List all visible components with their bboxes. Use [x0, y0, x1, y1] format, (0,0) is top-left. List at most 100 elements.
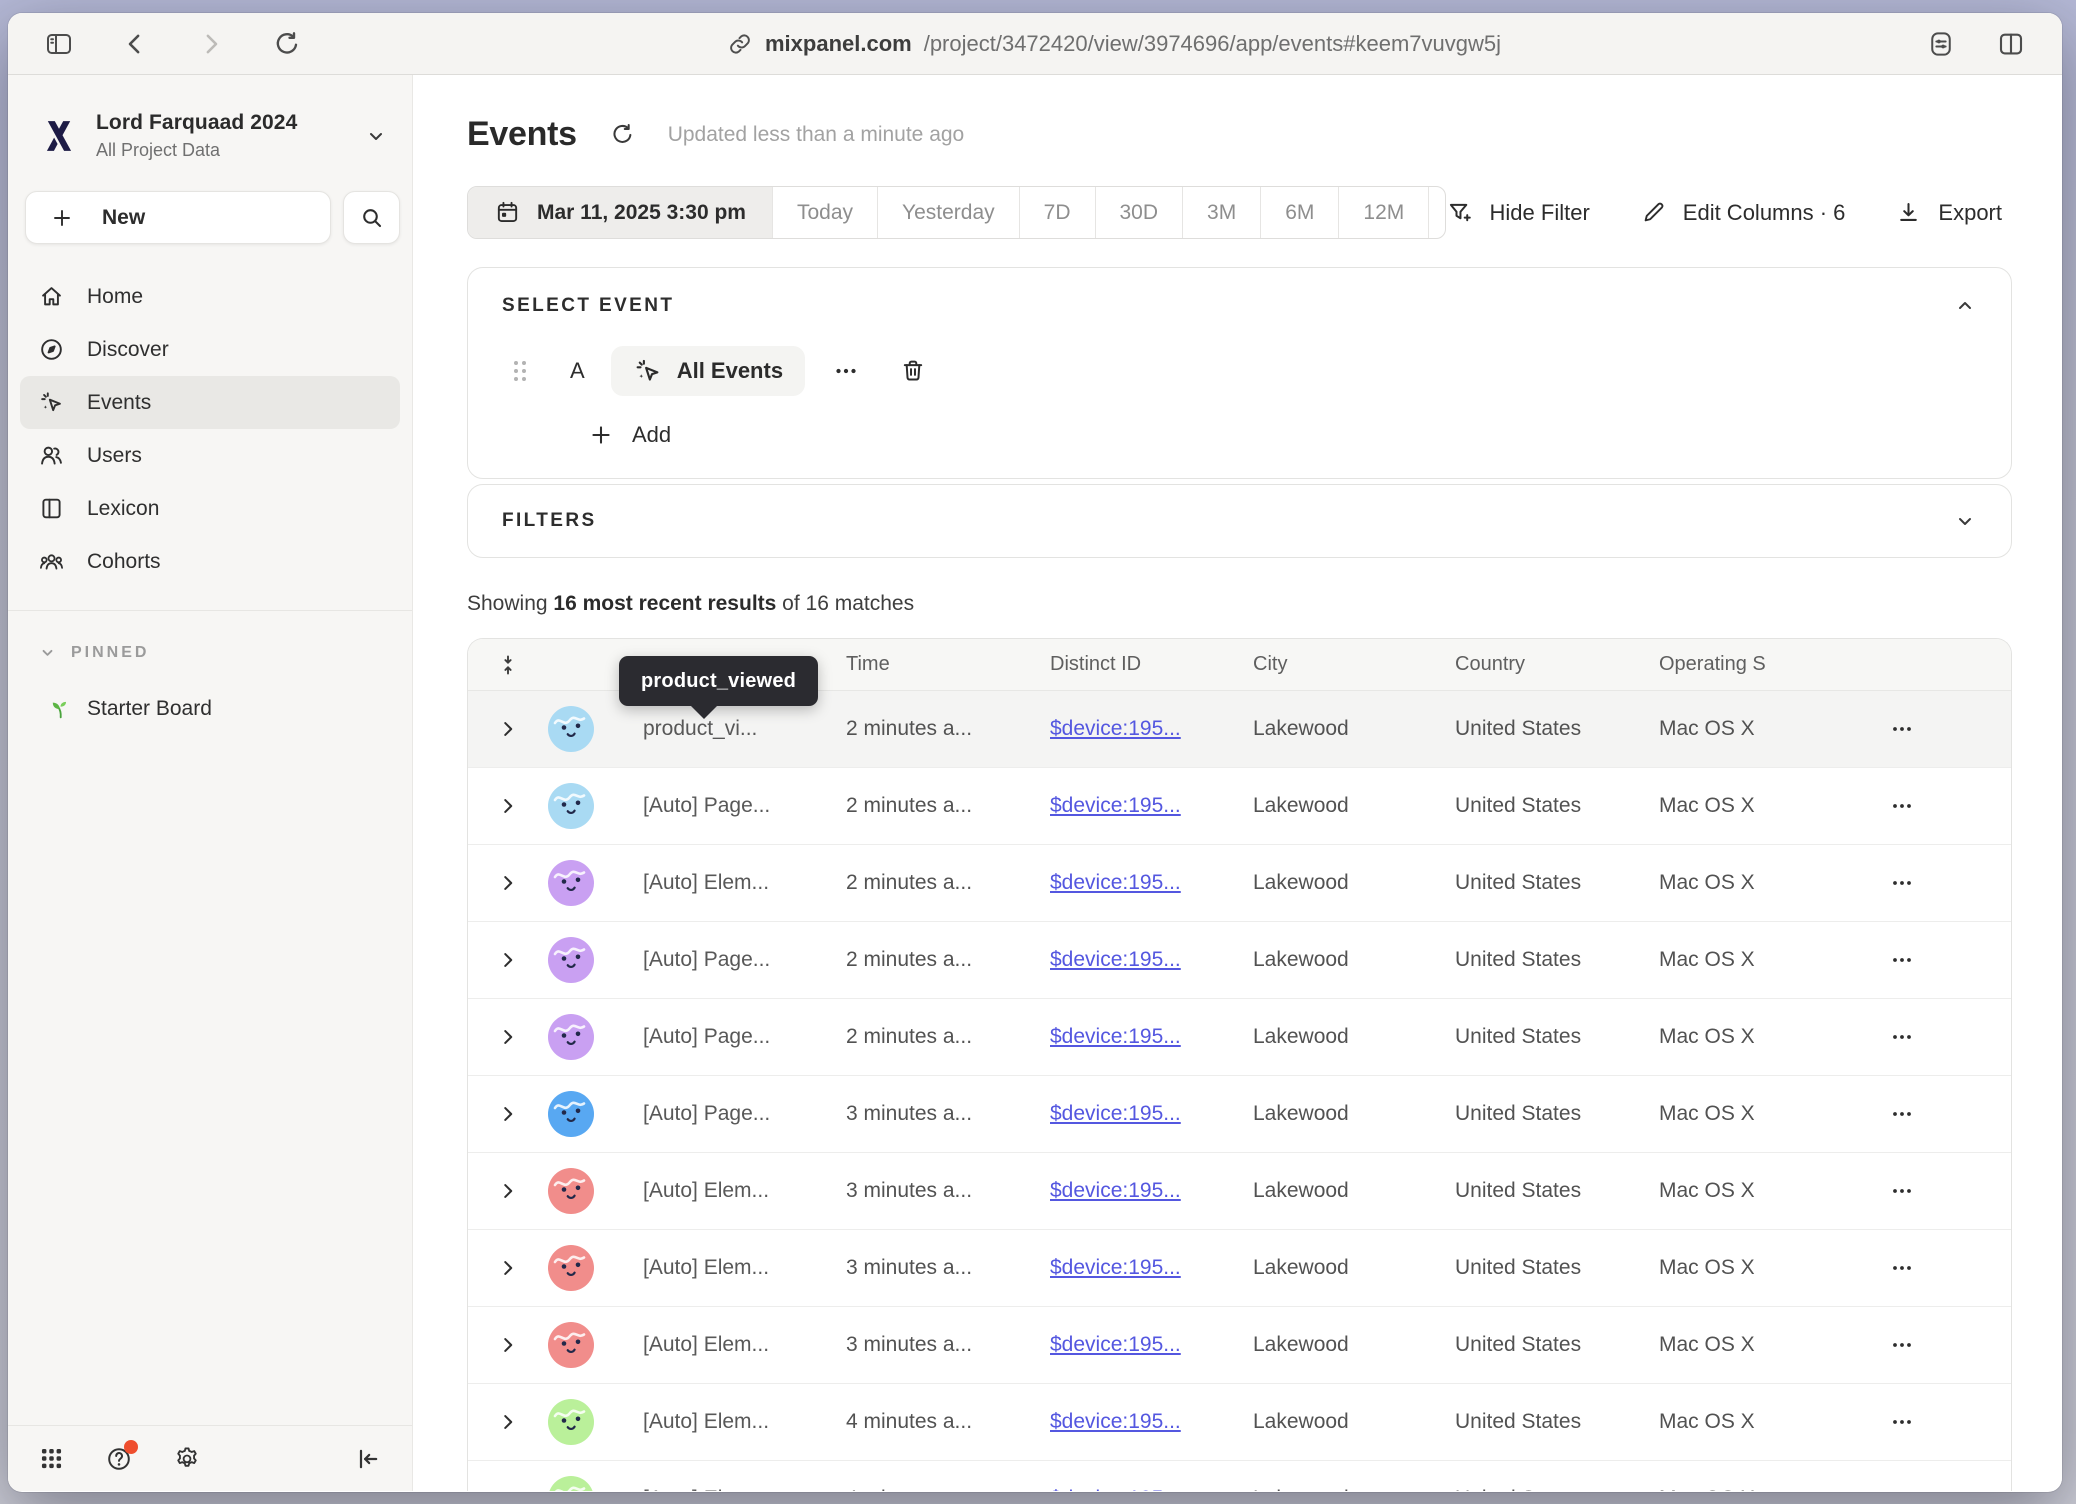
column-header-time[interactable]: Time [846, 653, 1050, 676]
ellipsis-icon [1888, 1100, 1916, 1128]
collapse-panel-button[interactable] [1953, 294, 1977, 318]
range-3m[interactable]: 3M [1182, 187, 1260, 238]
sidebar-item-lexicon[interactable]: Lexicon [20, 482, 400, 535]
split-view-button[interactable] [1996, 29, 2026, 59]
add-event-button[interactable]: Add [588, 422, 1977, 448]
help-button[interactable] [105, 1445, 133, 1473]
expand-row-button[interactable] [468, 1411, 548, 1433]
column-header-os[interactable]: Operating S [1659, 653, 1868, 676]
range-today[interactable]: Today [772, 187, 877, 238]
apps-grid-button[interactable] [38, 1445, 65, 1472]
row-actions-button[interactable] [1888, 869, 1916, 897]
sidebar-toggle-button[interactable] [44, 29, 74, 59]
distinct-id-link[interactable]: $device:195... [1050, 717, 1181, 740]
row-actions-button[interactable] [1888, 1485, 1916, 1491]
distinct-id-cell: $device:195... [1050, 1410, 1253, 1434]
distinct-id-link[interactable]: $device:195... [1050, 1102, 1181, 1125]
sidebar-item-starter-board[interactable]: Starter Board [48, 696, 412, 721]
range-yesterday[interactable]: Yesterday [877, 187, 1019, 238]
distinct-id-link[interactable]: $device:195... [1050, 948, 1181, 971]
table-row[interactable]: [Auto] Page... 2 minutes a... $device:19… [468, 768, 2011, 845]
expand-filters-button[interactable] [1953, 509, 1977, 533]
expand-row-button[interactable] [468, 1180, 548, 1202]
date-picker-button[interactable]: Mar 11, 2025 3:30 pm [468, 187, 772, 238]
sidebar-divider [8, 610, 412, 611]
table-row[interactable]: [Auto] Page... 2 minutes a... $device:19… [468, 999, 2011, 1076]
distinct-id-link[interactable]: $device:195... [1050, 794, 1181, 817]
refresh-button[interactable] [609, 121, 636, 148]
expand-row-button[interactable] [468, 949, 548, 971]
back-button[interactable] [120, 29, 150, 59]
expand-row-button[interactable] [468, 1488, 548, 1491]
range-30d[interactable]: 30D [1095, 187, 1183, 238]
table-row[interactable]: [Auto] Elem... 4 minutes a... $device:19… [468, 1384, 2011, 1461]
sidebar-item-users[interactable]: Users [20, 429, 400, 482]
sidebar-item-events[interactable]: Events [20, 376, 400, 429]
event-name-cell: [Auto] Elem... [610, 1256, 846, 1280]
row-actions-button[interactable] [1888, 792, 1916, 820]
row-actions-button[interactable] [1888, 1100, 1916, 1128]
search-button[interactable] [343, 191, 400, 244]
expand-row-button[interactable] [468, 718, 548, 740]
expand-row-button[interactable] [468, 795, 548, 817]
expand-row-button[interactable] [468, 1257, 548, 1279]
row-actions-button[interactable] [1888, 1331, 1916, 1359]
drag-handle-icon[interactable] [510, 357, 530, 385]
sidebar-item-cohorts[interactable]: Cohorts [20, 535, 400, 588]
row-actions-button[interactable] [1888, 1023, 1916, 1051]
expand-row-button[interactable] [468, 1103, 548, 1125]
column-header-distinct-id[interactable]: Distinct ID [1050, 653, 1253, 676]
expand-row-button[interactable] [468, 1026, 548, 1048]
sidebar-item-home[interactable]: Home [20, 270, 400, 323]
table-row[interactable]: [Auto] Page... 2 minutes a... $device:19… [468, 922, 2011, 999]
distinct-id-link[interactable]: $device:195... [1050, 871, 1181, 894]
collapse-all-button[interactable] [468, 653, 548, 677]
expand-row-button[interactable] [468, 872, 548, 894]
range-7d[interactable]: 7D [1019, 187, 1095, 238]
event-selector-button[interactable]: All Events [611, 346, 805, 396]
export-button[interactable]: Export [1895, 199, 2002, 226]
table-row[interactable]: [Auto] Elem... 3 minutes a... $device:19… [468, 1307, 2011, 1384]
edit-columns-button[interactable]: Edit Columns · 6 [1640, 199, 1846, 226]
forward-button[interactable] [196, 29, 226, 59]
range-6m[interactable]: 6M [1260, 187, 1338, 238]
new-button[interactable]: New [25, 191, 331, 244]
distinct-id-link[interactable]: $device:195... [1050, 1025, 1181, 1048]
row-actions-button[interactable] [1888, 1408, 1916, 1436]
pinned-section-header[interactable]: PINNED [38, 643, 412, 662]
ellipsis-icon [1888, 1177, 1916, 1205]
distinct-id-link[interactable]: $device:195... [1050, 1333, 1181, 1356]
distinct-id-link[interactable]: $device:195... [1050, 1256, 1181, 1279]
event-row-menu-button[interactable] [831, 356, 861, 386]
table-row[interactable]: [Auto] Elem... 2 minutes a... $device:19… [468, 845, 2011, 922]
row-actions-button[interactable] [1888, 1254, 1916, 1282]
sidebar-item-label: Users [87, 444, 142, 468]
expand-row-button[interactable] [468, 1334, 548, 1356]
table-row[interactable]: [Auto] Elem... 3 minutes a... $device:19… [468, 1153, 2011, 1230]
row-actions-button[interactable] [1888, 715, 1916, 743]
project-switcher[interactable]: Lord Farquaad 2024 All Project Data [38, 111, 388, 161]
column-header-country[interactable]: Country [1455, 653, 1659, 676]
row-actions-button[interactable] [1888, 946, 1916, 974]
table-row[interactable]: [Auto] Elem... 4 minutes a... $device:19… [468, 1461, 2011, 1491]
table-row[interactable]: [Auto] Page... 3 minutes a... $device:19… [468, 1076, 2011, 1153]
filter-plus-icon [1446, 199, 1474, 227]
table-row[interactable]: [Auto] Elem... 3 minutes a... $device:19… [468, 1230, 2011, 1307]
page-settings-button[interactable] [1926, 29, 1956, 59]
collapse-sidebar-button[interactable] [354, 1445, 382, 1473]
reload-button[interactable] [272, 29, 302, 59]
distinct-id-link[interactable]: $device:195... [1050, 1410, 1181, 1433]
range-12m[interactable]: 12M [1338, 187, 1428, 238]
time-cell: 4 minutes a... [846, 1487, 1050, 1491]
settings-button[interactable] [173, 1445, 201, 1473]
address-bar[interactable]: mixpanel.com/project/3472420/view/397469… [302, 31, 1926, 57]
distinct-id-link[interactable]: $device:195... [1050, 1487, 1181, 1491]
delete-event-button[interactable] [899, 357, 927, 385]
row-actions-button[interactable] [1888, 1177, 1916, 1205]
sidebar-item-discover[interactable]: Discover [20, 323, 400, 376]
distinct-id-link[interactable]: $device:195... [1050, 1179, 1181, 1202]
range-xtd[interactable]: XTD [1428, 187, 1445, 238]
cohorts-icon [38, 548, 65, 575]
hide-filter-button[interactable]: Hide Filter [1446, 199, 1590, 227]
column-header-city[interactable]: City [1253, 653, 1455, 676]
